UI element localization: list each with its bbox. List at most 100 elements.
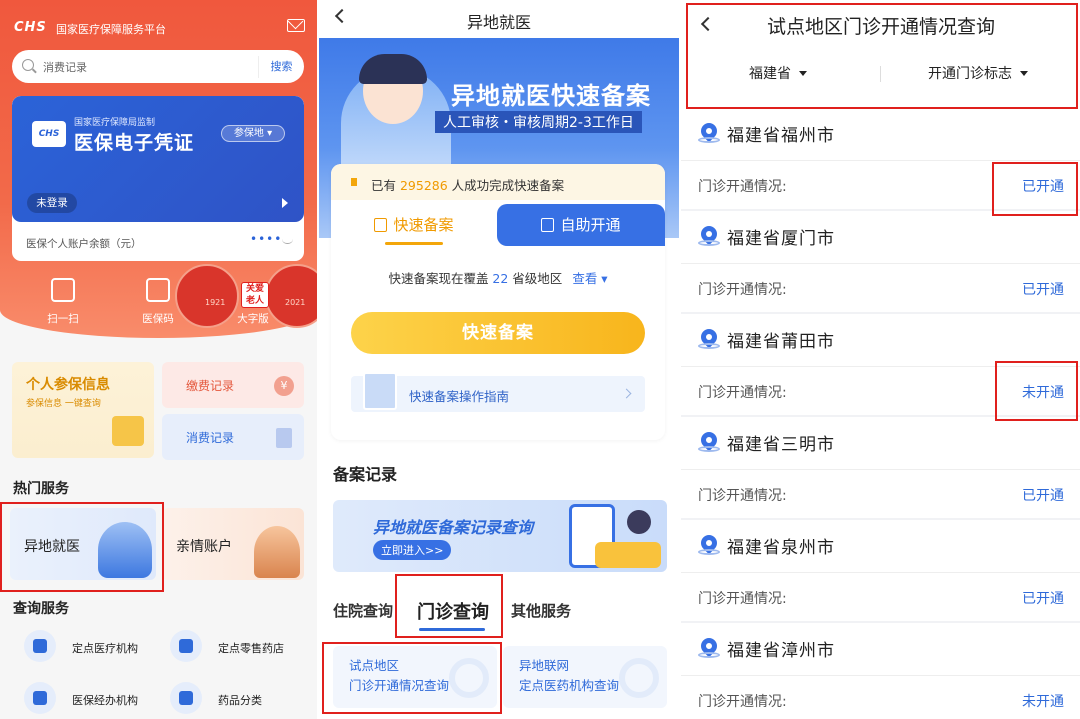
card-title: 医保电子凭证 (74, 132, 195, 154)
city-name: 福建省漳州市 (727, 641, 835, 661)
coverage-count: 22 (492, 271, 509, 286)
status-value: 未开通 (1022, 694, 1064, 710)
eye-closed-icon[interactable] (282, 239, 293, 244)
status-row: 门诊开通情况: 已开通 (681, 263, 1080, 312)
status-value: 已开通 (1022, 282, 1064, 298)
enter-now-button[interactable]: 立即进入>> (373, 540, 452, 560)
highlight-box (0, 502, 164, 592)
search-icon (22, 59, 34, 71)
tab-quick-filing[interactable]: 快速备案 (331, 204, 497, 246)
tab-other-services[interactable]: 其他服务 (511, 600, 571, 621)
hot-services-heading: 热门服务 (13, 481, 69, 497)
nav-bar: 异地就医 (319, 0, 679, 38)
query-label: 定点零售药店 (218, 642, 284, 655)
payment-records-tile[interactable]: 缴费记录 ¥ (162, 362, 304, 408)
platform-name: 国家医疗保障服务平台 (56, 23, 166, 36)
mail-icon[interactable] (287, 19, 305, 32)
quick-action-label: 扫一扫 (47, 313, 79, 325)
quick-filing-button[interactable]: 快速备案 (351, 312, 645, 354)
page-title: 异地就医 (466, 13, 531, 32)
region-selector[interactable]: 参保地 ▾ (221, 125, 285, 142)
login-status[interactable]: 未登录 (27, 193, 77, 213)
filing-card: 已有 295286 人成功完成快速备案 快速备案 自助开通 快速备案现在覆盖 2… (331, 164, 665, 440)
search-bar[interactable]: 消费记录 搜索 (12, 50, 304, 83)
family-illustration (254, 526, 300, 578)
tile-title: 缴费记录 (186, 379, 235, 393)
city-row: 福建省漳州市 (681, 623, 1080, 675)
guide-label: 快速备案操作指南 (409, 389, 510, 404)
location-base-icon (698, 446, 720, 452)
document-icon (374, 218, 388, 232)
query-label: 医保经办机构 (72, 694, 138, 707)
banner-subtitle: 人工审核・审核周期2-3工作日 (435, 111, 642, 133)
tile-title: 消费记录 (186, 431, 235, 445)
quick-action-large-font[interactable]: 大字版 (218, 278, 288, 326)
location-base-icon (698, 240, 720, 246)
query-hospital[interactable]: 定点医疗机构 (24, 628, 164, 668)
tab-self-service[interactable]: 自助开通 (497, 204, 665, 246)
speaker-icon (351, 178, 357, 186)
man-hair (359, 54, 427, 84)
banner-headline: 异地就医快速备案 (451, 82, 651, 110)
highlight-box (992, 162, 1078, 216)
personal-insurance-info-tile[interactable]: 个人参保信息 参保信息 一键查询 (12, 362, 154, 458)
city-row: 福建省厦门市 (681, 211, 1080, 263)
filing-guide-link[interactable]: 快速备案操作指南 (351, 372, 645, 412)
location-base-icon (698, 343, 720, 349)
highlight-box (395, 574, 503, 638)
quick-action-label: 大字版 (237, 313, 269, 325)
city-row: 福建省莆田市 (681, 314, 1080, 366)
records-query-banner[interactable]: 异地就医备案记录查询 立即进入>> (333, 500, 667, 572)
quick-action-scan[interactable]: 扫一扫 (28, 278, 98, 326)
folder-icon (112, 416, 144, 446)
filed-count: 295286 (399, 178, 448, 193)
city-name: 福建省三明市 (727, 435, 835, 455)
status-value: 已开通 (1022, 488, 1064, 504)
spending-records-tile[interactable]: 消费记录 (162, 414, 304, 460)
edit-document-icon (541, 218, 555, 232)
service-label: 亲情账户 (176, 539, 232, 555)
records-heading: 备案记录 (333, 465, 398, 484)
person-illustration (627, 510, 651, 534)
year-label: 2021 (285, 298, 306, 307)
list-icon (170, 682, 202, 714)
status-label: 门诊开通情况: (698, 694, 787, 710)
city-name: 福建省莆田市 (727, 332, 835, 352)
tab-label: 快速备案 (393, 216, 454, 234)
status-row: 门诊开通情况: 未开通 (681, 675, 1080, 719)
tab-inpatient-query[interactable]: 住院查询 (333, 600, 393, 621)
query-pharmacy[interactable]: 定点零售药店 (170, 628, 310, 668)
city-name: 福建省福州市 (727, 126, 835, 146)
insurance-e-card[interactable]: CHS 国家医疗保障局监制 医保电子凭证 参保地 ▾ 未登录 医保个人账户余额（… (12, 96, 304, 261)
option-text: 异地联网 定点医药机构查询 (519, 658, 620, 693)
chs-logo: CHS (14, 20, 47, 35)
family-account-service[interactable]: 亲情账户 (162, 508, 304, 580)
status-label: 门诊开通情况: (698, 385, 787, 401)
office-icon (24, 682, 56, 714)
status-value: 已开通 (1022, 591, 1064, 607)
status-row: 门诊开通情况: 已开通 (681, 469, 1080, 518)
hospital-icon (24, 630, 56, 662)
highlight-box (686, 3, 1078, 109)
networked-institution-query-card[interactable]: 异地联网 定点医药机构查询 (503, 646, 667, 708)
yen-icon: ¥ (274, 376, 294, 396)
view-regions-link[interactable]: 查看 ▾ (572, 271, 607, 286)
coverage-text: 快速备案现在覆盖 22 省级地区 查看 ▾ (388, 271, 608, 286)
tab-indicator (385, 242, 443, 245)
tile-subtitle: 参保信息 一键查询 (26, 399, 101, 409)
search-placeholder[interactable]: 消费记录 (43, 59, 87, 75)
status-label: 门诊开通情况: (698, 179, 787, 195)
query-label: 定点医疗机构 (72, 642, 138, 655)
status-label: 门诊开通情况: (698, 282, 787, 298)
receipt-icon (276, 428, 292, 448)
city-name: 福建省泉州市 (727, 538, 835, 558)
location-base-icon (698, 549, 720, 555)
sofa-illustration (595, 542, 661, 568)
query-drug-category[interactable]: 药品分类 (170, 680, 310, 719)
records-banner-title: 异地就医备案记录查询 (373, 518, 534, 537)
query-agency[interactable]: 医保经办机构 (24, 680, 164, 719)
search-button[interactable]: 搜索 (258, 56, 304, 78)
chevron-right-icon[interactable] (282, 198, 288, 208)
tile-title: 个人参保信息 (26, 377, 110, 393)
balance-label: 医保个人账户余额（元） (26, 238, 142, 250)
